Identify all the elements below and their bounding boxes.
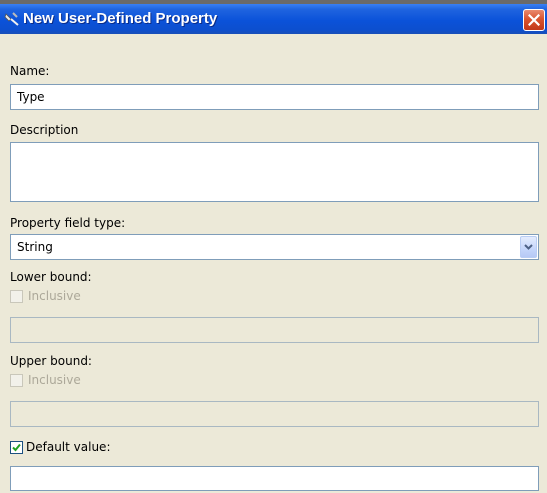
title-bar[interactable]: New User-Defined Property (0, 0, 547, 34)
default-value-checkbox[interactable] (10, 441, 23, 454)
field-type-value: String (17, 240, 53, 254)
close-icon (528, 14, 540, 26)
lower-inclusive-label: Inclusive (28, 289, 81, 303)
checkmark-icon (12, 443, 21, 452)
upper-inclusive-checkbox[interactable] (10, 374, 23, 387)
upper-bound-label: Upper bound: (10, 354, 92, 368)
lower-bound-label: Lower bound: (10, 270, 92, 284)
chevron-down-icon (524, 244, 533, 250)
lower-inclusive-checkbox[interactable] (10, 290, 23, 303)
description-field[interactable] (10, 142, 539, 202)
default-value-label: Default value: (26, 440, 111, 454)
description-label: Description (10, 123, 79, 137)
close-button[interactable] (523, 9, 545, 31)
field-type-label: Property field type: (10, 216, 126, 230)
upper-inclusive-label: Inclusive (28, 373, 81, 387)
lower-bound-field[interactable] (10, 317, 539, 343)
tool-icon (4, 11, 20, 27)
upper-bound-field[interactable] (10, 401, 539, 427)
dropdown-button[interactable] (520, 236, 537, 258)
name-field[interactable]: Type (10, 84, 539, 110)
field-type-select[interactable]: String (10, 234, 539, 260)
name-value: Type (17, 90, 45, 104)
window-title: New User-Defined Property (23, 10, 218, 27)
default-value-field[interactable] (10, 466, 539, 491)
name-label: Name: (10, 64, 50, 78)
